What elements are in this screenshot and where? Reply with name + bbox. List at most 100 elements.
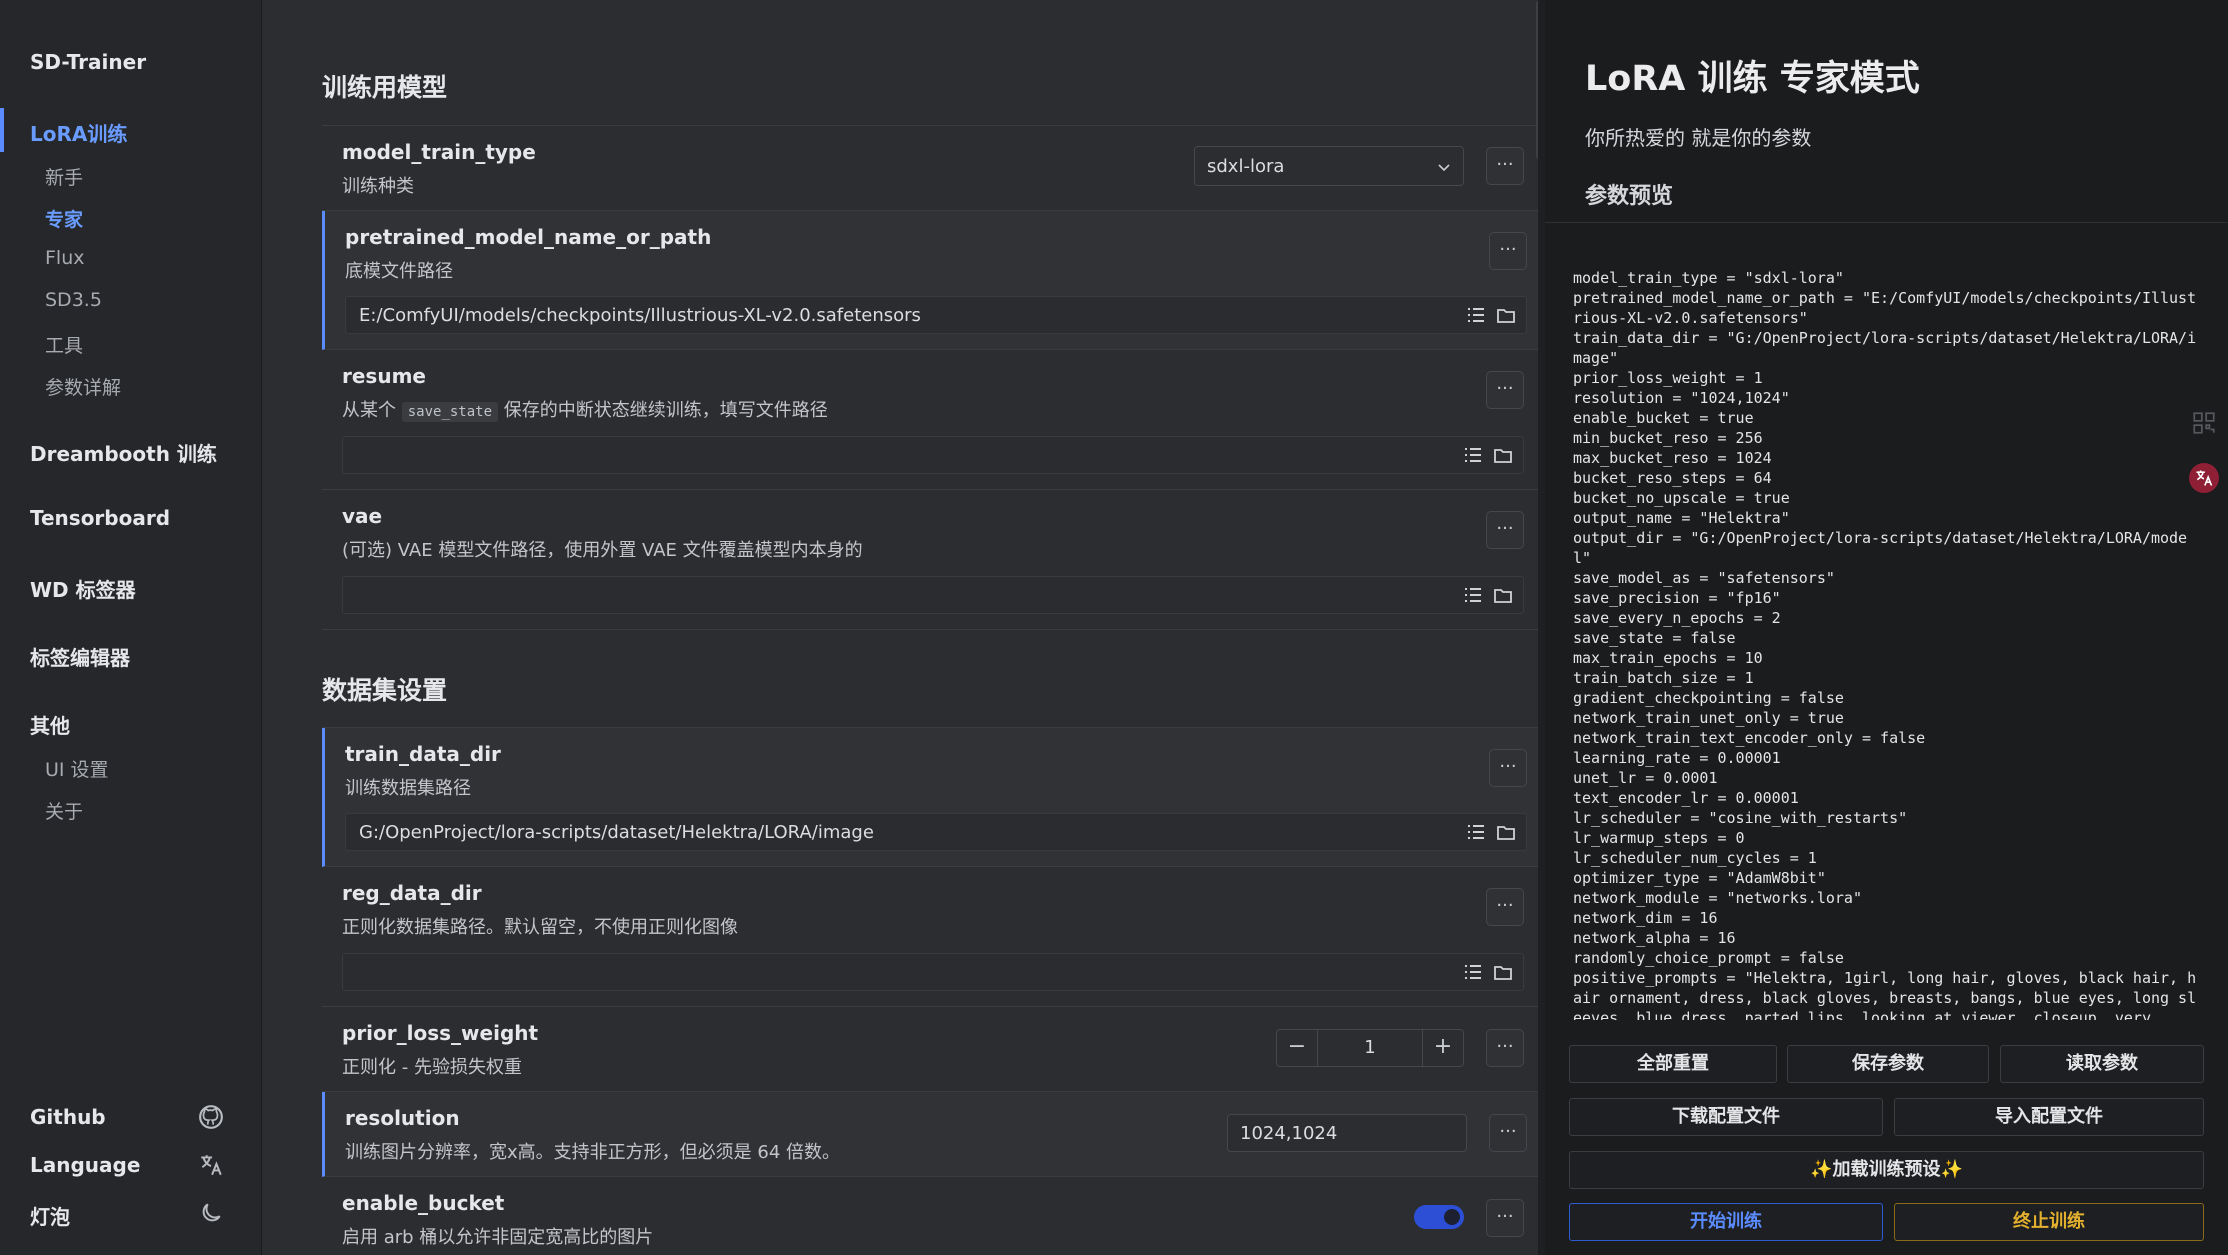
translate-icon [2196,470,2213,486]
more-options-button[interactable]: ··· [1489,232,1527,270]
field-name: train_data_dir [345,742,501,766]
row-vae: vae (可选) VAE 模型文件路径，使用外置 VAE 文件覆盖模型内本身的 … [322,490,1538,630]
qr-icon[interactable] [2191,410,2217,436]
input-value: G:/OpenProject/lora-scripts/dataset/Hele… [359,822,874,843]
preview-title: 参数预览 [1585,184,1674,209]
save-params-button[interactable]: 保存参数 [1787,1045,1989,1083]
load-preset-button[interactable]: ✨加载训练预设✨ [1569,1151,2204,1189]
active-indicator [0,108,4,152]
start-training-button[interactable]: 开始训练 [1569,1203,1883,1241]
row-pretrained-model: pretrained_model_name_or_path 底模文件路径 ···… [322,211,1538,350]
list-icon[interactable] [1466,305,1486,325]
sidebar-item-wd-tagger[interactable]: WD 标签器 [30,574,136,603]
more-options-button[interactable]: ··· [1486,371,1524,409]
section-title-model: 训练用模型 [322,73,448,102]
sidebar-sub-sd35[interactable]: SD3.5 [45,289,102,311]
translate-icon[interactable] [198,1152,224,1178]
sidebar-sub-ui-settings[interactable]: UI 设置 [45,755,109,782]
import-config-button[interactable]: 导入配置文件 [1894,1098,2204,1136]
sidebar-sub-tools[interactable]: 工具 [45,331,83,358]
select-value: sdxl-lora [1207,156,1285,177]
field-desc: 训练种类 [342,176,414,197]
stepper-value[interactable]: 1 [1317,1030,1423,1066]
list-icon[interactable] [1463,585,1483,605]
more-options-button[interactable]: ··· [1486,1029,1524,1067]
field-name: resume [342,364,426,388]
prior-loss-weight-stepper[interactable]: − 1 + [1276,1029,1464,1067]
list-icon[interactable] [1463,445,1483,465]
pretrained-model-input[interactable]: E:/ComfyUI/models/checkpoints/Illustriou… [345,296,1527,334]
field-desc: 底模文件路径 [345,261,453,282]
row-resolution: resolution 训练图片分辨率，宽x高。支持非正方形，但必须是 64 倍数… [322,1092,1538,1177]
sidebar-sub-beginner[interactable]: 新手 [45,163,83,190]
load-params-button[interactable]: 读取参数 [2000,1045,2204,1083]
sidebar-sub-params[interactable]: 参数详解 [45,373,121,400]
footer-language[interactable]: Language [30,1153,140,1177]
field-desc: (可选) VAE 模型文件路径，使用外置 VAE 文件覆盖模型内本身的 [342,540,863,561]
row-enable-bucket: enable_bucket 启用 arb 桶以允许非固定宽高比的图片 ··· [322,1177,1538,1255]
field-desc: 训练图片分辨率，宽x高。支持非正方形，但必须是 64 倍数。 [345,1142,840,1163]
more-options-button[interactable]: ··· [1489,1114,1527,1152]
footer-theme[interactable]: 灯泡 [30,1201,70,1230]
list-icon[interactable] [1466,822,1486,842]
github-icon[interactable] [198,1104,224,1130]
increment-button[interactable]: + [1423,1030,1463,1066]
input-value: E:/ComfyUI/models/checkpoints/Illustriou… [359,305,921,326]
field-desc: 从某个 save_state 保存的中断状态继续训练，填写文件路径 [342,396,828,422]
sidebar-item-lora[interactable]: LoRA训练 [30,118,127,147]
footer-github[interactable]: Github [30,1105,106,1129]
sidebar-sub-expert[interactable]: 专家 [45,205,83,232]
params-preview: model_train_type = "sdxl-lora" pretraine… [1573,269,2197,1020]
sidebar-sub-about[interactable]: 关于 [45,797,83,824]
translate-float-button[interactable] [2189,463,2219,493]
resolution-input[interactable]: 1024,1024 [1227,1114,1467,1152]
folder-icon[interactable] [1496,822,1516,842]
row-prior-loss-weight: prior_loss_weight 正则化 - 先验损失权重 − 1 + ··· [322,1007,1538,1092]
folder-icon[interactable] [1493,962,1513,982]
sidebar-item-tag-editor[interactable]: 标签编辑器 [30,642,130,671]
main-form: 训练用模型 model_train_type 训练种类 sdxl-lora ··… [262,0,1538,1255]
sidebar-item-tensorboard[interactable]: Tensorboard [30,506,170,530]
resume-input[interactable] [342,436,1524,474]
main-scrollbar[interactable] [1536,0,1538,160]
toggle-knob [1444,1209,1460,1225]
chevron-down-icon [1438,164,1450,172]
moon-icon[interactable] [198,1200,224,1226]
more-options-button[interactable]: ··· [1489,749,1527,787]
sidebar-sub-flux[interactable]: Flux [45,247,85,269]
list-icon[interactable] [1463,962,1483,982]
row-resume: resume 从某个 save_state 保存的中断状态继续训练，填写文件路径… [322,350,1538,490]
field-desc: 启用 arb 桶以允许非固定宽高比的图片 [342,1227,654,1248]
row-model-train-type: model_train_type 训练种类 sdxl-lora ··· [322,126,1538,211]
more-options-button[interactable]: ··· [1486,1199,1524,1237]
folder-icon[interactable] [1493,445,1513,465]
field-desc: 正则化数据集路径。默认留空，不使用正则化图像 [342,917,738,938]
folder-icon[interactable] [1493,585,1513,605]
field-desc: 训练数据集路径 [345,778,471,799]
field-name: vae [342,504,383,528]
field-name: enable_bucket [342,1191,505,1215]
reset-all-button[interactable]: 全部重置 [1569,1045,1777,1083]
field-name: prior_loss_weight [342,1021,539,1045]
sidebar: SD-Trainer LoRA训练 新手 专家 Flux SD3.5 工具 参数… [0,0,262,1255]
more-options-button[interactable]: ··· [1486,888,1524,926]
download-config-button[interactable]: 下载配置文件 [1569,1098,1883,1136]
desc-post: 保存的中断状态继续训练，填写文件路径 [503,400,828,421]
field-name: model_train_type [342,140,536,164]
field-name: reg_data_dir [342,881,482,905]
more-options-button[interactable]: ··· [1486,147,1524,185]
train-data-dir-input[interactable]: G:/OpenProject/lora-scripts/dataset/Hele… [345,813,1527,851]
folder-icon[interactable] [1496,305,1516,325]
app-brand[interactable]: SD-Trainer [30,50,146,74]
more-options-button[interactable]: ··· [1486,511,1524,549]
row-reg-data-dir: reg_data_dir 正则化数据集路径。默认留空，不使用正则化图像 ··· [322,867,1538,1007]
stop-training-button[interactable]: 终止训练 [1894,1203,2204,1241]
enable-bucket-toggle[interactable] [1414,1205,1464,1229]
reg-data-dir-input[interactable] [342,953,1524,991]
decrement-button[interactable]: − [1277,1030,1317,1066]
section-title-dataset: 数据集设置 [322,676,448,705]
sidebar-item-dreambooth[interactable]: Dreambooth 训练 [30,438,217,467]
vae-input[interactable] [342,576,1524,614]
model-train-type-select[interactable]: sdxl-lora [1194,146,1464,186]
sidebar-item-other[interactable]: 其他 [30,710,70,739]
